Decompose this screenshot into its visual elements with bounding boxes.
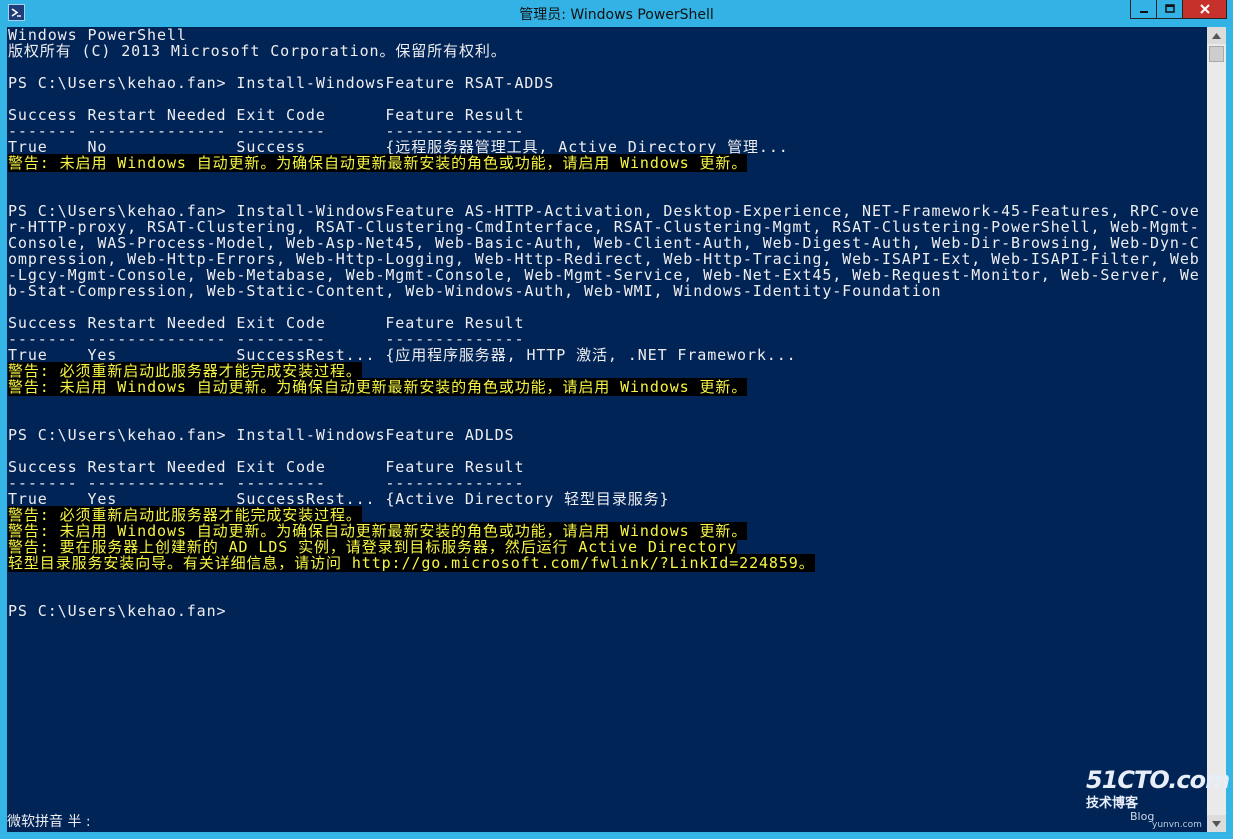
minimize-icon [1139,11,1148,13]
console-line: True Yes SuccessRest... {应用程序服务器, HTTP 激… [8,347,1200,363]
console-line: True Yes SuccessRest... {Active Director… [8,491,1200,507]
minimize-button[interactable] [1130,0,1157,19]
maximize-button[interactable] [1156,0,1183,19]
watermark: 51CTO.com 技术博客 Blog yunvn.com [1086,766,1230,830]
console-line-text: 轻型目录服务安装向导。有关详细信息，请访问 http://go.microsof… [8,554,815,572]
console-line-text: 警告: 未启用 Windows 自动更新。为确保自动更新最新安装的角色或功能，请… [8,378,748,396]
title-bar[interactable]: 管理员: Windows PowerShell [0,0,1233,26]
console-area[interactable]: Windows PowerShell 版权所有 (C) 2013 Microsof… [7,27,1207,832]
console-line: ompression, Web-Http-Errors, Web-Http-Lo… [8,251,1200,267]
scroll-up-button[interactable] [1207,27,1226,44]
maximize-icon [1164,4,1175,13]
console-line: Console, WAS-Process-Model, Web-Asp-Net4… [8,235,1200,251]
watermark-subtitle: 技术博客 [1086,796,1139,811]
console-line-text: 版权所有 (C) 2013 Microsoft Corporation。保留所有… [8,42,507,60]
console-line: b-Stat-Compression, Web-Static-Content, … [8,283,1200,299]
window-controls [1130,0,1227,19]
scroll-up-icon [1212,32,1221,39]
console-warning-line: 警告: 未启用 Windows 自动更新。为确保自动更新最新安装的角色或功能，请… [8,154,1200,172]
console-line-text: PS C:\Users\kehao.fan> Install-WindowsFe… [8,426,515,444]
console-line-text: 警告: 未启用 Windows 自动更新。为确保自动更新最新安装的角色或功能，请… [8,154,748,172]
watermark-url: yunvn.com [1152,820,1202,830]
watermark-logo: 51CTO.com [1086,766,1230,794]
console-line: PS C:\Users\kehao.fan> [8,603,1200,619]
console-line: ------- -------------- --------- -------… [8,331,1200,347]
console-warning-line: 警告: 必须重新启动此服务器才能完成安装过程。 [8,506,1200,524]
console-line: Windows PowerShell [8,27,1200,43]
console-warning-line: 警告: 必须重新启动此服务器才能完成安装过程。 [8,362,1200,380]
console-warning-line: 轻型目录服务安装向导。有关详细信息，请访问 http://go.microsof… [8,554,1200,572]
console-line: PS C:\Users\kehao.fan> Install-WindowsFe… [8,203,1200,219]
scrollbar-thumb[interactable] [1209,46,1224,62]
console-line: 版权所有 (C) 2013 Microsoft Corporation。保留所有… [8,43,1200,59]
console-line-text: b-Stat-Compression, Web-Static-Content, … [8,282,942,300]
console-warning-line: 警告: 未启用 Windows 自动更新。为确保自动更新最新安装的角色或功能，请… [8,378,1200,396]
close-icon [1199,4,1210,14]
console-line-text: PS C:\Users\kehao.fan> [8,602,227,620]
console-line: Success Restart Needed Exit Code Feature… [8,107,1200,123]
console-line: -Lgcy-Mgmt-Console, Web-Metabase, Web-Mg… [8,267,1200,283]
console-line: Success Restart Needed Exit Code Feature… [8,315,1200,331]
console-line: ------- -------------- --------- -------… [8,123,1200,139]
console-line-text: PS C:\Users\kehao.fan> Install-WindowsFe… [8,74,555,92]
close-button[interactable] [1182,0,1227,19]
watermark-blog: Blog [1130,810,1155,823]
window-title: 管理员: Windows PowerShell [519,7,714,23]
console-warning-line: 警告: 要在服务器上创建新的 AD LDS 实例，请登录到目标服务器，然后运行 … [8,538,1200,556]
powershell-window: 管理员: Windows PowerShell Windows PowerShe… [0,0,1233,839]
console-warning-line: 警告: 未启用 Windows 自动更新。为确保自动更新最新安装的角色或功能，请… [8,522,1200,540]
console-line: PS C:\Users\kehao.fan> Install-WindowsFe… [8,75,1200,91]
console-line: Success Restart Needed Exit Code Feature… [8,459,1200,475]
vertical-scrollbar[interactable] [1207,27,1226,832]
console-output: Windows PowerShell 版权所有 (C) 2013 Microsof… [8,27,1200,619]
console-line: r-HTTP-proxy, RSAT-Clustering, RSAT-Clus… [8,219,1200,235]
console-line: PS C:\Users\kehao.fan> Install-WindowsFe… [8,427,1200,443]
ime-status-bar: 微软拼音 半 : [7,814,91,830]
console-line: ------- -------------- --------- -------… [8,475,1200,491]
console-line: True No Success {远程服务器管理工具, Active Direc… [8,139,1200,155]
